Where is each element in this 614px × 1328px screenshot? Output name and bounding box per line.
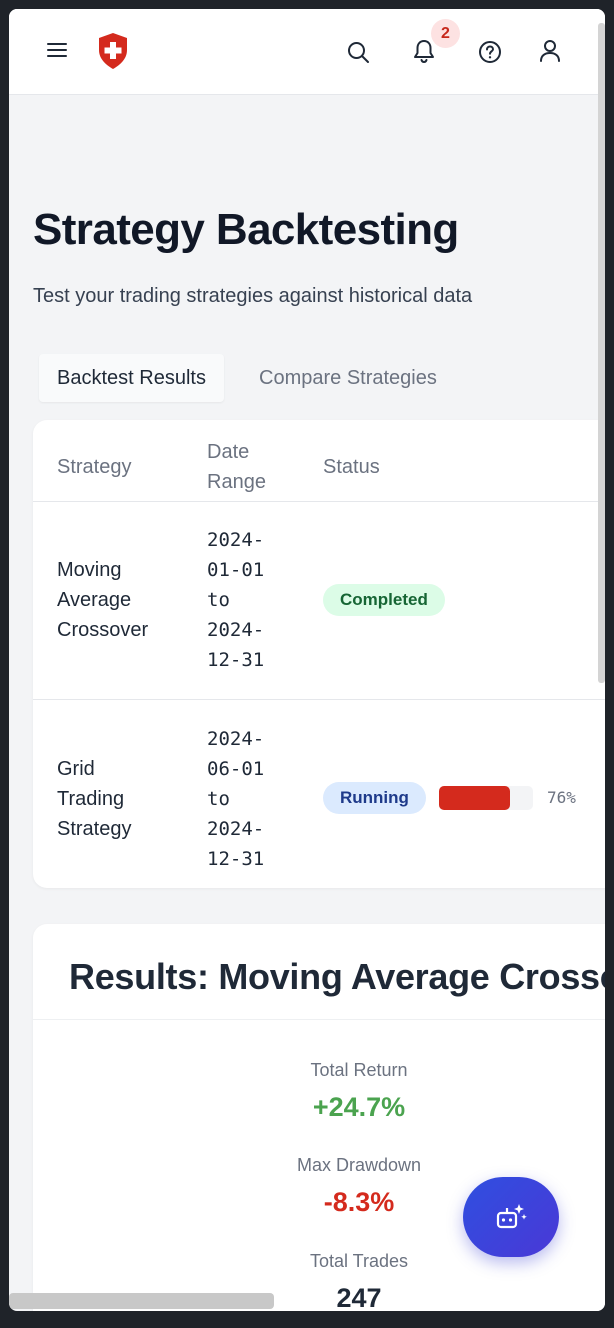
search-button[interactable] <box>345 39 371 65</box>
header-divider <box>33 501 605 502</box>
hamburger-menu-icon <box>47 43 67 57</box>
progress-percentage: 76% <box>547 788 576 807</box>
help-button[interactable] <box>477 39 503 65</box>
notification-count-badge: 2 <box>431 19 460 48</box>
tab-backtest-results[interactable]: Backtest Results <box>39 354 224 402</box>
column-header-status: Status <box>323 456 380 478</box>
date-range: 2024- 01-01 to 2024- 12-31 <box>207 529 265 671</box>
metric-label: Total Return <box>310 1060 408 1080</box>
page-title: Strategy Backtesting <box>33 205 459 254</box>
results-title: Results: Moving Average Crossover <box>69 956 605 997</box>
total-return-value: +24.7% <box>312 1092 406 1122</box>
status-badge: Completed <box>323 584 445 616</box>
strategy-name: Moving Average Crossover <box>57 559 149 641</box>
metric-label: Max Drawdown <box>296 1155 422 1175</box>
user-account-button[interactable] <box>537 38 563 64</box>
page-subtitle: Test your trading strategies against his… <box>33 285 473 307</box>
status-badge: Running <box>323 782 426 814</box>
horizontal-scrollbar[interactable] <box>9 1293 274 1309</box>
tab-compare-strategies[interactable]: Compare Strategies <box>241 354 455 402</box>
app-logo[interactable] <box>95 31 131 71</box>
progress-bar-fill <box>439 786 511 810</box>
column-header-date-range: Date Range <box>207 441 266 493</box>
user-icon <box>540 40 560 62</box>
bell-icon <box>414 40 434 64</box>
column-header-strategy: Strategy <box>57 456 132 478</box>
progress-bar <box>439 786 533 810</box>
app-window: 2 Strategy Backtesting Test your trading… <box>9 9 605 1311</box>
ai-assistant-button[interactable] <box>463 1177 559 1257</box>
shield-logo-icon <box>99 33 127 69</box>
search-icon <box>348 42 369 63</box>
help-circle-icon <box>479 41 501 63</box>
ai-robot-sparkle-icon <box>496 1204 527 1229</box>
date-range: 2024- 06-01 to 2024- 12-31 <box>207 728 265 870</box>
row-divider <box>33 699 605 700</box>
menu-button[interactable] <box>45 38 69 62</box>
top-navigation-bar: 2 <box>9 9 605 95</box>
strategy-name: Grid Trading Strategy <box>57 758 132 840</box>
vertical-scrollbar[interactable] <box>598 23 605 683</box>
results-divider <box>33 1019 605 1020</box>
backtest-table: Strategy Date Range Status Moving Averag… <box>33 420 605 888</box>
